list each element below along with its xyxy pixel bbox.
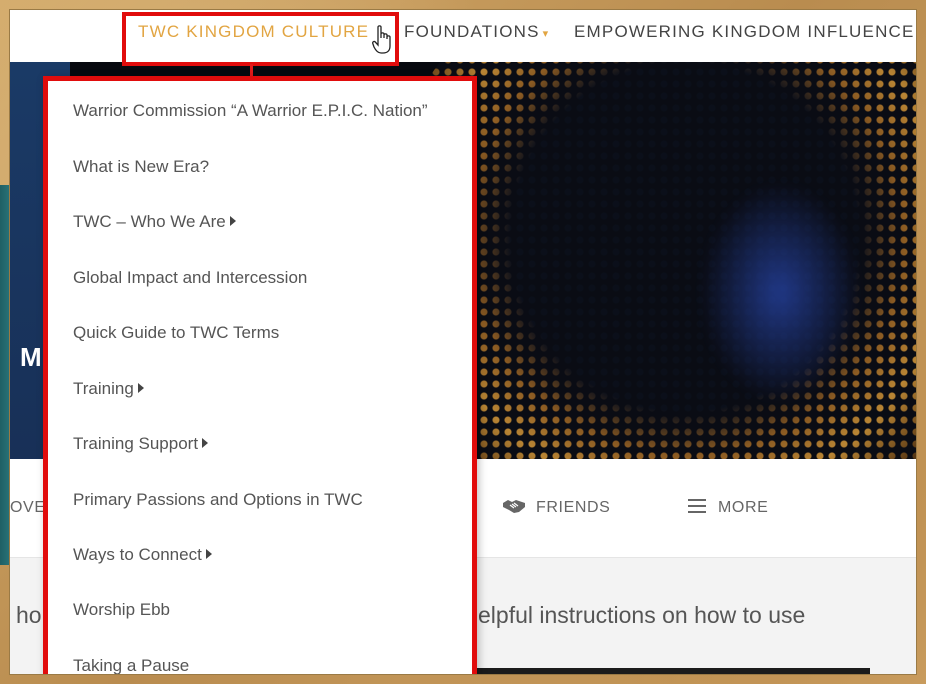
hamburger-icon: [688, 499, 706, 513]
pointer-hand-icon: [372, 25, 391, 54]
browser-frame: TWC KINGDOM CULTURE FOUNDATIONS ▾ EMPOWER…: [10, 10, 916, 674]
tab-partial[interactable]: OVE: [10, 497, 46, 519]
menu-item-warrior-commission[interactable]: Warrior Commission “A Warrior E.P.I.C. N…: [73, 99, 428, 123]
menu-item-taking-a-pause[interactable]: Taking a Pause: [73, 654, 189, 674]
hero-title-partial: M: [20, 342, 42, 372]
menu-item-what-is-new-era[interactable]: What is New Era?: [73, 155, 209, 179]
menu-item-label: Quick Guide to TWC Terms: [73, 323, 280, 342]
menu-item-who-we-are[interactable]: TWC – Who We Are: [73, 210, 236, 234]
menu-item-label: Worship Ebb: [73, 600, 171, 619]
caret-down-icon: ▾: [542, 28, 550, 40]
submenu-arrow-icon: [202, 438, 209, 448]
hero-glow: [700, 182, 860, 402]
menu-item-label: Taking a Pause: [73, 656, 190, 674]
menu-item-label: Ways to Connect: [73, 545, 202, 564]
menu-item-label: Warrior Commission “A Warrior E.P.I.C. N…: [73, 101, 428, 120]
menu-item-label: Training Support: [73, 434, 199, 453]
menu-item-quick-guide[interactable]: Quick Guide to TWC Terms: [73, 321, 279, 345]
menu-item-label: Primary Passions and Options in TWC: [73, 490, 363, 509]
highlight-box: [122, 12, 399, 66]
submenu-arrow-icon: [137, 383, 144, 393]
submenu-arrow-icon: [229, 216, 236, 226]
nav-label: EMPOWERING KINGDOM INFLUENCE: [574, 22, 915, 41]
nav-label: FOUNDATIONS: [404, 22, 540, 41]
menu-item-worship-ebb[interactable]: Worship Ebb: [73, 598, 170, 622]
nav-empowering-kingdom-influence[interactable]: EMPOWERING KINGDOM INFLUENCE▾: [574, 20, 916, 44]
menu-item-label: Global Impact and Intercession: [73, 268, 308, 287]
content-text-partial-left: ho: [16, 602, 42, 628]
nav-foundations[interactable]: FOUNDATIONS ▾: [404, 20, 549, 44]
menu-item-global-impact[interactable]: Global Impact and Intercession: [73, 266, 307, 290]
menu-item-ways-to-connect[interactable]: Ways to Connect: [73, 543, 212, 567]
tab-label: MORE: [718, 499, 769, 516]
submenu-arrow-icon: [205, 549, 212, 559]
tab-more[interactable]: MORE: [688, 497, 768, 519]
menu-item-primary-passions[interactable]: Primary Passions and Options in TWC: [73, 488, 363, 512]
tab-friends[interactable]: FRIENDS: [502, 497, 610, 519]
menu-item-training-support[interactable]: Training Support: [73, 432, 209, 456]
menu-item-label: TWC – Who We Are: [73, 212, 226, 231]
dropdown-menu: Warrior Commission “A Warrior E.P.I.C. N…: [43, 76, 477, 674]
video-strip: [470, 668, 870, 674]
content-text-partial-right: elpful instructions on how to use: [478, 602, 806, 628]
menu-item-label: What is New Era?: [73, 157, 210, 176]
tab-label: FRIENDS: [536, 499, 611, 516]
handshake-icon: [503, 500, 525, 513]
menu-item-training[interactable]: Training: [73, 377, 144, 401]
menu-item-label: Training: [73, 379, 134, 398]
